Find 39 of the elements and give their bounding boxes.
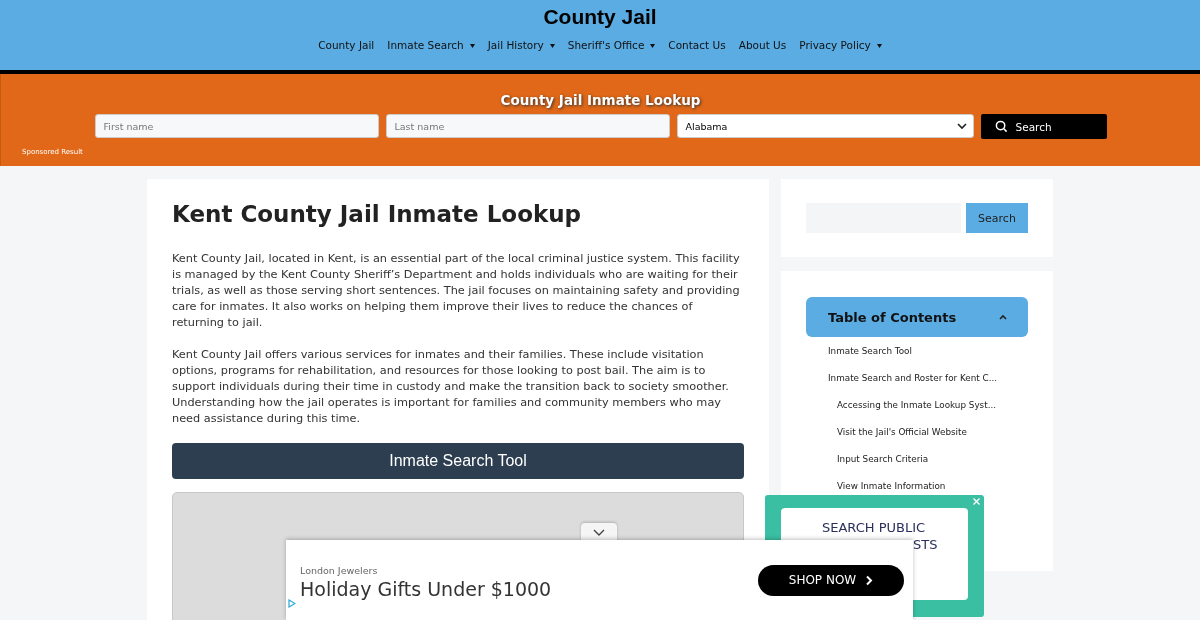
search-button[interactable]: Search (980, 114, 1107, 139)
search-icon (994, 120, 1008, 133)
popup-text: STS (913, 537, 938, 552)
toc-link[interactable]: Inmate Search Tool (828, 346, 912, 357)
first-name-field[interactable]: First name (94, 114, 379, 138)
toc-link[interactable]: Input Search Criteria (828, 454, 929, 465)
nav-link[interactable]: Sheriff's Office (567, 39, 656, 51)
nav-link[interactable]: Contact Us (668, 39, 726, 51)
close-icon[interactable] (973, 498, 980, 505)
chevron-icon (865, 574, 874, 586)
nav-link[interactable]: County Jail (318, 39, 375, 51)
popup-text: SEARCH PUBLIC (822, 520, 926, 535)
ad-choices-icon[interactable] (288, 599, 296, 608)
last-name-field[interactable]: Last name (385, 114, 670, 138)
toc-title: Table of Contents (828, 309, 957, 325)
site-title[interactable]: County Jail (543, 5, 657, 29)
nav-link[interactable]: Jail History (487, 39, 555, 51)
state-select[interactable]: Alabama (676, 114, 974, 138)
chevron-icon (593, 528, 605, 536)
toc-link[interactable]: Inmate Search and Roster for Kent C... (828, 373, 998, 384)
toc-link[interactable]: Visit the Jail's Official Website (828, 427, 967, 438)
toc-link[interactable]: View Inmate Information (828, 481, 946, 492)
article-paragraph: Kent County Jail, located in Kent, is an essential part of the local criminal justice system. This facility is managed by the Kent County Sheriff’s Department and holds individuals who are waiting for their trials, as well as those serving short sentences. The jail focuses on maintaining safety and providing care for inmates. It also works on helping them improve their lives to reduce the chances of returning to jail. (172, 251, 741, 331)
nav-link[interactable]: Inmate Search (387, 39, 475, 51)
ad-headline[interactable]: Holiday Gifts Under $1000 (300, 577, 552, 600)
chevron-icon (956, 122, 967, 130)
nav-link[interactable]: Privacy Policy (799, 39, 882, 51)
collapse-tab[interactable] (581, 523, 617, 541)
shop-now-button[interactable]: SHOP NOW (758, 564, 904, 596)
nav-link[interactable]: About Us (738, 39, 787, 51)
article-paragraph: Kent County Jail offers various services for inmates and their families. These include visitation options, programs for rehabilitation, and resources for those looking to post bail. The aim is to support individuals during their time in custody and make the transition back to society smoother. Understanding how the jail operates is important for families and community members who may need assistance during this time. (172, 347, 730, 427)
article-title: Kent County Jail Inmate Lookup (172, 201, 583, 227)
chevron-icon[interactable] (998, 313, 1008, 321)
lookup-title: County Jail Inmate Lookup (500, 92, 701, 108)
toc-header[interactable]: Table of Contents (806, 297, 1028, 337)
search-button[interactable]: Search (966, 203, 1028, 233)
toc-link[interactable]: Accessing the Inmate Lookup Syst... (828, 400, 997, 411)
advertiser-name: London Jewelers (300, 564, 379, 576)
section-heading: Inmate Search Tool (172, 443, 744, 479)
